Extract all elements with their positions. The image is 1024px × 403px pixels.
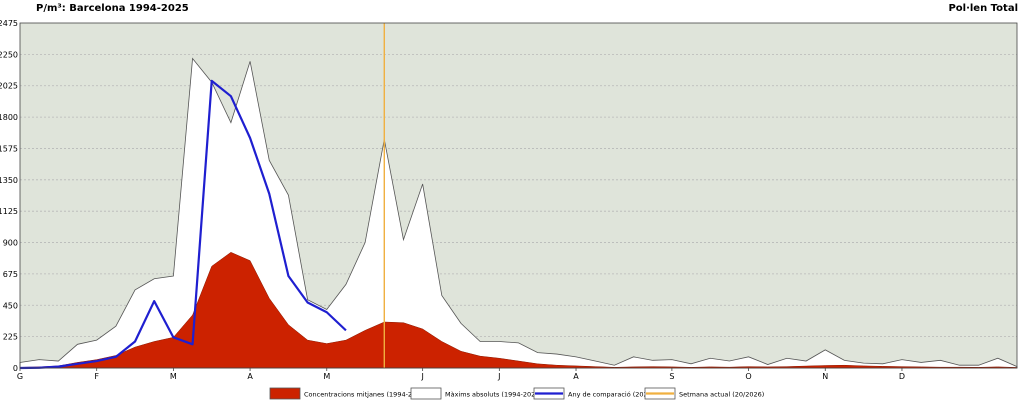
legend-swatch: [269, 387, 301, 400]
x-tick-label: S: [669, 372, 674, 381]
x-tick-label: J: [420, 372, 423, 381]
pollen-chart: 0225450675900112513501575180020252250247…: [0, 19, 1018, 400]
x-tick-label: J: [497, 372, 500, 381]
legend-label: Setmana actual (20/2026): [679, 391, 764, 399]
legend-item: Any de comparació (2026): [533, 387, 654, 400]
x-tick-label: M: [170, 372, 177, 381]
x-tick-label: G: [17, 372, 23, 381]
y-tick-label: 1800: [0, 113, 18, 122]
y-tick-label: 2250: [0, 50, 18, 59]
x-tick-label: M: [323, 372, 330, 381]
x-tick-label: A: [573, 372, 579, 381]
x-tick-label: F: [94, 372, 99, 381]
legend-item: Màxims absoluts (1994-2025): [410, 387, 542, 400]
y-tick-label: 1350: [0, 176, 18, 185]
legend-label: Màxims absoluts (1994-2025): [445, 391, 542, 399]
chart-root: P/m³: Barcelona 1994-2025 Pol·len Total …: [0, 0, 1024, 403]
y-tick-label: 1125: [0, 207, 18, 216]
x-tick-label: O: [745, 372, 751, 381]
y-tick-label: 450: [3, 301, 18, 310]
y-tick-label: 2025: [0, 82, 18, 91]
legend-label: Any de comparació (2026): [568, 391, 654, 399]
x-tick-label: N: [822, 372, 828, 381]
legend-swatch: [410, 387, 442, 400]
x-tick-label: A: [247, 372, 253, 381]
legend-label: Concentracions mitjanes (1994-2025): [304, 391, 427, 399]
y-tick-label: 1575: [0, 144, 18, 153]
legend-item: Setmana actual (20/2026): [644, 387, 764, 400]
y-tick-label: 2475: [0, 19, 18, 28]
y-tick-label: 900: [3, 239, 18, 248]
y-tick-label: 225: [3, 333, 18, 342]
x-tick-label: D: [899, 372, 905, 381]
y-tick-label: 675: [3, 270, 18, 279]
legend-item: Concentracions mitjanes (1994-2025): [269, 387, 427, 400]
